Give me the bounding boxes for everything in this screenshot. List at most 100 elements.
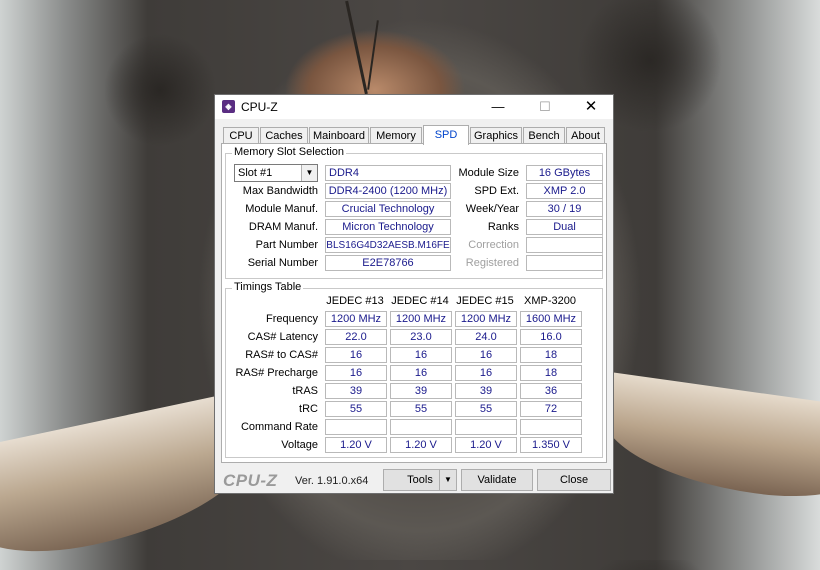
timing-cell: 1200 MHz	[325, 311, 387, 327]
cpuz-window: ◈ CPU-Z — ☐ ✕ CPU Caches Mainboard Memor…	[214, 94, 614, 494]
memory-slot-group: Memory Slot Selection Slot #1 ▼ DDR4 Max…	[225, 146, 603, 279]
trc-label: tRC	[299, 403, 318, 415]
serial-number-label: Serial Number	[247, 257, 318, 269]
timings-column-header: XMP-3200	[524, 295, 576, 307]
registered-value	[526, 255, 603, 271]
cas-latency-label: CAS# Latency	[247, 331, 318, 343]
maximize-button[interactable]: ☐	[522, 95, 568, 119]
timings-table-title: Timings Table	[232, 281, 304, 293]
module-size-value: 16 GBytes	[526, 165, 603, 181]
max-bandwidth-label: Max Bandwidth	[242, 185, 318, 197]
tab-mainboard[interactable]: Mainboard	[309, 127, 369, 144]
correction-label: Correction	[468, 239, 519, 251]
timing-cell: 23.0	[390, 329, 452, 345]
timing-cell: 1.20 V	[455, 437, 517, 453]
tab-graphics[interactable]: Graphics	[470, 127, 522, 144]
timing-cell: 55	[325, 401, 387, 417]
frequency-label: Frequency	[266, 313, 318, 325]
spd-ext-value: XMP 2.0	[526, 183, 603, 199]
spd-panel: Memory Slot Selection Slot #1 ▼ DDR4 Max…	[221, 143, 607, 463]
close-button[interactable]: Close	[537, 469, 611, 491]
tras-label: tRAS	[292, 385, 318, 397]
module-size-label: Module Size	[458, 167, 519, 179]
tab-spd[interactable]: SPD	[423, 125, 469, 145]
timing-cell: 16	[390, 347, 452, 363]
timing-cell	[390, 419, 452, 435]
timings-column-header: JEDEC #14	[391, 295, 449, 307]
timing-cell: 55	[455, 401, 517, 417]
timing-cell: 39	[455, 383, 517, 399]
timing-cell: 1200 MHz	[390, 311, 452, 327]
spd-ext-label: SPD Ext.	[474, 185, 519, 197]
ras-precharge-label: RAS# Precharge	[235, 367, 318, 379]
chevron-down-icon[interactable]: ▼	[439, 470, 456, 490]
tab-memory[interactable]: Memory	[370, 127, 422, 144]
memory-slot-group-title: Memory Slot Selection	[232, 146, 347, 158]
timing-cell: 16.0	[520, 329, 582, 345]
version-label: Ver. 1.91.0.x64	[295, 475, 369, 487]
background-branch	[345, 0, 368, 95]
cpu-z-app-icon: ◈	[222, 100, 235, 113]
week-year-value: 30 / 19	[526, 201, 603, 217]
max-bandwidth-value: DDR4-2400 (1200 MHz)	[325, 183, 451, 199]
minimize-button[interactable]: —	[475, 95, 521, 119]
timing-cell: 18	[520, 365, 582, 381]
timing-cell: 1.20 V	[325, 437, 387, 453]
timing-cell: 1.350 V	[520, 437, 582, 453]
footer-bar: CPU-Z Ver. 1.91.0.x64 Tools ▼ Validate C…	[215, 467, 613, 493]
timing-cell	[455, 419, 517, 435]
tab-caches[interactable]: Caches	[260, 127, 308, 144]
timing-cell: 72	[520, 401, 582, 417]
dram-manuf-label: DRAM Manuf.	[248, 221, 318, 233]
module-manuf-label: Module Manuf.	[245, 203, 318, 215]
validate-button[interactable]: Validate	[461, 469, 533, 491]
module-manuf-value: Crucial Technology	[325, 201, 451, 217]
timing-cell: 24.0	[455, 329, 517, 345]
dram-manuf-value: Micron Technology	[325, 219, 451, 235]
slot-select[interactable]: Slot #1 ▼	[234, 164, 318, 182]
cpu-z-brand-logo: CPU-Z	[223, 471, 278, 490]
ras-to-cas-label: RAS# to CAS#	[245, 349, 318, 361]
timing-cell: 16	[390, 365, 452, 381]
timing-cell: 39	[390, 383, 452, 399]
timing-cell: 22.0	[325, 329, 387, 345]
timing-cell: 18	[520, 347, 582, 363]
memory-type-value: DDR4	[325, 165, 451, 181]
timing-cell: 1600 MHz	[520, 311, 582, 327]
tab-about[interactable]: About	[566, 127, 605, 144]
timing-cell: 39	[325, 383, 387, 399]
part-number-label: Part Number	[255, 239, 318, 251]
timing-cell: 16	[325, 365, 387, 381]
timing-cell: 55	[390, 401, 452, 417]
timing-cell	[325, 419, 387, 435]
slot-select-value: Slot #1	[238, 167, 273, 179]
voltage-label: Voltage	[281, 439, 318, 451]
tab-cpu[interactable]: CPU	[223, 127, 259, 144]
command-rate-label: Command Rate	[240, 421, 318, 433]
timing-cell	[520, 419, 582, 435]
serial-number-value: E2E78766	[325, 255, 451, 271]
close-window-button[interactable]: ✕	[568, 95, 614, 119]
background-branch	[367, 20, 379, 90]
part-number-value: BLS16G4D32AESB.M16FE	[325, 237, 451, 253]
timings-table-group: Timings Table JEDEC #13 JEDEC #14 JEDEC …	[225, 281, 603, 458]
title-bar[interactable]: ◈ CPU-Z — ☐ ✕	[215, 95, 613, 119]
window-title: CPU-Z	[241, 100, 278, 114]
ranks-label: Ranks	[487, 221, 519, 233]
week-year-label: Week/Year	[465, 203, 519, 215]
timing-cell: 16	[325, 347, 387, 363]
timing-cell: 1.20 V	[390, 437, 452, 453]
tab-bench[interactable]: Bench	[523, 127, 565, 144]
correction-value	[526, 237, 603, 253]
timings-column-header: JEDEC #13	[326, 295, 384, 307]
timings-column-header: JEDEC #15	[456, 295, 514, 307]
chevron-down-icon[interactable]: ▼	[301, 165, 317, 181]
timing-cell: 1200 MHz	[455, 311, 517, 327]
timing-cell: 36	[520, 383, 582, 399]
registered-label: Registered	[465, 257, 519, 269]
ranks-value: Dual	[526, 219, 603, 235]
tools-button[interactable]: Tools ▼	[383, 469, 457, 491]
timing-cell: 16	[455, 365, 517, 381]
timing-cell: 16	[455, 347, 517, 363]
background-horn-right	[594, 371, 820, 509]
